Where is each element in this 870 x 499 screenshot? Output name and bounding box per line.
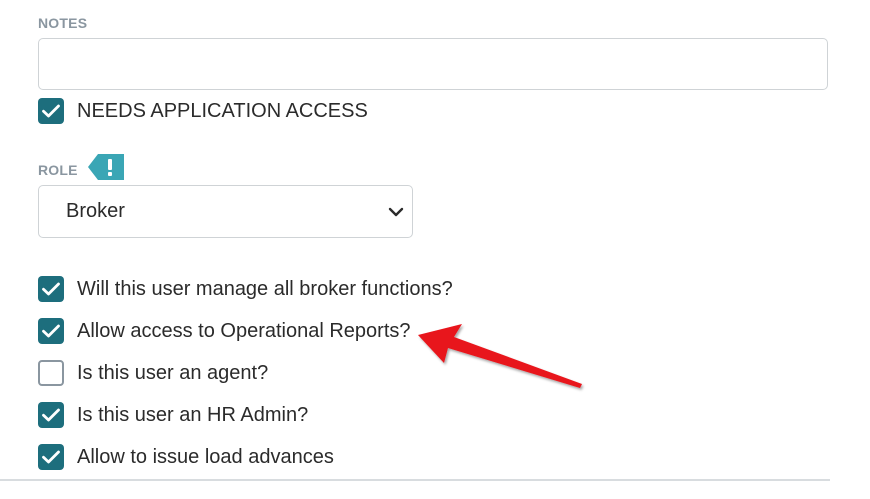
checkmark-icon bbox=[42, 104, 60, 118]
role-select-value: Broker bbox=[66, 200, 125, 222]
load-advances-checkbox[interactable] bbox=[38, 444, 64, 470]
notes-input[interactable] bbox=[38, 38, 828, 90]
checkmark-icon bbox=[42, 450, 60, 464]
exclamation-tag-icon[interactable] bbox=[88, 154, 124, 180]
operational-reports-checkbox[interactable] bbox=[38, 318, 64, 344]
chevron-down-icon bbox=[388, 207, 404, 217]
option-is-agent[interactable]: Is this user an agent? bbox=[38, 360, 268, 386]
hr-admin-checkbox[interactable] bbox=[38, 402, 64, 428]
manage-broker-functions-label: Will this user manage all broker functio… bbox=[77, 277, 453, 300]
role-label: ROLE bbox=[38, 162, 78, 178]
bottom-divider bbox=[0, 479, 830, 481]
option-operational-reports[interactable]: Allow access to Operational Reports? bbox=[38, 318, 411, 344]
operational-reports-label: Allow access to Operational Reports? bbox=[77, 319, 411, 342]
load-advances-label: Allow to issue load advances bbox=[77, 445, 334, 468]
is-agent-checkbox[interactable] bbox=[38, 360, 64, 386]
role-select[interactable]: Broker bbox=[38, 185, 413, 238]
app-access-label: NEEDS APPLICATION ACCESS bbox=[77, 99, 368, 122]
notes-label: NOTES bbox=[38, 15, 88, 31]
app-access-checkbox[interactable] bbox=[38, 98, 64, 124]
user-access-form: NOTES NEEDS APPLICATION ACCESS ROLE Brok… bbox=[0, 0, 870, 499]
option-manage-broker-functions[interactable]: Will this user manage all broker functio… bbox=[38, 276, 453, 302]
manage-broker-functions-checkbox[interactable] bbox=[38, 276, 64, 302]
checkmark-icon bbox=[42, 282, 60, 296]
app-access-row[interactable]: NEEDS APPLICATION ACCESS bbox=[38, 98, 368, 124]
annotation-arrow-icon bbox=[418, 324, 582, 388]
checkmark-icon bbox=[42, 408, 60, 422]
is-agent-label: Is this user an agent? bbox=[77, 361, 269, 384]
checkmark-icon bbox=[42, 324, 60, 338]
option-load-advances[interactable]: Allow to issue load advances bbox=[38, 444, 334, 470]
option-hr-admin[interactable]: Is this user an HR Admin? bbox=[38, 402, 308, 428]
hr-admin-label: Is this user an HR Admin? bbox=[77, 403, 309, 426]
